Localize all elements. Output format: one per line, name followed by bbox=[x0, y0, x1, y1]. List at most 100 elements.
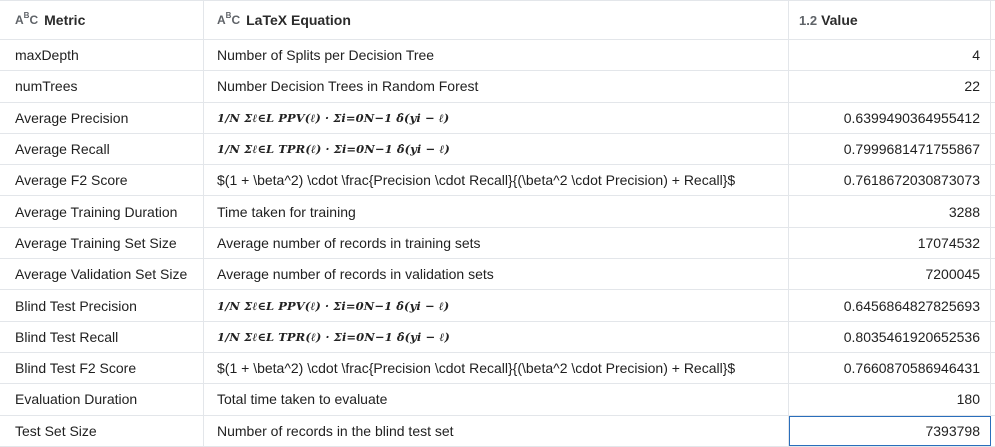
metric-text: Blind Test Recall bbox=[15, 328, 119, 345]
table-row: Blind Test F2 Score $(1 + \beta^2) \cdot… bbox=[0, 352, 995, 385]
metric-cell[interactable]: Average Validation Set Size bbox=[0, 259, 204, 290]
value-cell[interactable]: 22 bbox=[789, 71, 991, 102]
value-text: 7393798 bbox=[925, 422, 980, 439]
table-row: numTrees Number Decision Trees in Random… bbox=[0, 71, 995, 103]
metric-cell[interactable]: Average Training Duration bbox=[0, 196, 204, 227]
table-row: Average F2 Score $(1 + \beta^2) \cdot \f… bbox=[0, 165, 995, 197]
equation-text: $(1 + \beta^2) \cdot \frac{Precision \cd… bbox=[217, 172, 736, 189]
number-type-icon: 1.2 bbox=[799, 12, 818, 28]
equation-text: Total time taken to evaluate bbox=[217, 391, 388, 408]
value-cell[interactable]: 0.7999681471755867 bbox=[789, 133, 991, 165]
metric-cell[interactable]: Average Training Set Size bbox=[0, 227, 204, 259]
metric-cell[interactable]: Blind Test Precision bbox=[0, 290, 204, 321]
value-text: 0.7618672030873073 bbox=[843, 172, 980, 189]
table-row: Average Training Set Size Average number… bbox=[0, 227, 995, 260]
metric-cell[interactable]: Average Precision bbox=[0, 102, 204, 133]
equation-cell[interactable]: Average number of records in training se… bbox=[204, 227, 789, 259]
equation-text: 1/N Σℓ∈L PPV(ℓ) · Σi=0N−1 δ̂(yi − ℓ) bbox=[217, 110, 450, 125]
metric-cell[interactable]: Evaluation Duration bbox=[0, 384, 204, 415]
value-text: 22 bbox=[964, 78, 980, 95]
metric-text: Average Training Set Size bbox=[15, 234, 177, 251]
table-row: Evaluation Duration Total time taken to … bbox=[0, 384, 995, 416]
table-row: maxDepth Number of Splits per Decision T… bbox=[0, 40, 995, 72]
value-cell[interactable]: 0.8035461920652536 bbox=[789, 321, 991, 352]
table-row: Blind Test Precision 1/N Σℓ∈L PPV(ℓ) · Σ… bbox=[0, 290, 995, 322]
equation-text: Time taken for training bbox=[217, 203, 356, 220]
metric-text: Blind Test F2 Score bbox=[15, 360, 137, 377]
value-cell[interactable]: 3288 bbox=[789, 196, 991, 227]
value-cell[interactable]: 4 bbox=[789, 40, 991, 71]
table-row: Average Recall 1/N Σℓ∈L TPR(ℓ) · Σi=0N−1… bbox=[0, 133, 995, 166]
table-row: Average Training Duration Time taken for… bbox=[0, 196, 995, 228]
table-row: Average Validation Set Size Average numb… bbox=[0, 259, 995, 291]
value-text: 0.6456864827825693 bbox=[843, 297, 980, 314]
value-text: 3288 bbox=[948, 203, 980, 220]
equation-cell[interactable]: Number of Splits per Decision Tree bbox=[204, 40, 789, 71]
column-header-label: Metric bbox=[44, 12, 86, 28]
metric-cell[interactable]: Test Set Size bbox=[0, 415, 204, 446]
equation-cell[interactable]: Average number of records in validation … bbox=[204, 259, 789, 290]
value-text: 0.6399490364955412 bbox=[843, 109, 980, 126]
metric-text: Blind Test Precision bbox=[15, 297, 137, 314]
metric-text: Test Set Size bbox=[15, 422, 97, 439]
metric-cell[interactable]: Blind Test F2 Score bbox=[0, 352, 204, 384]
metric-cell[interactable]: numTrees bbox=[0, 71, 204, 102]
equation-text: 1/N Σℓ∈L PPV(ℓ) · Σi=0N−1 δ̂(yi − ℓ) bbox=[217, 298, 450, 313]
equation-cell[interactable]: Total time taken to evaluate bbox=[204, 384, 789, 415]
value-text: 17074532 bbox=[917, 234, 980, 251]
value-cell[interactable]: 0.6399490364955412 bbox=[789, 102, 991, 133]
equation-cell[interactable]: 1/N Σℓ∈L PPV(ℓ) · Σi=0N−1 δ̂(yi − ℓ) bbox=[204, 290, 789, 321]
metric-cell[interactable]: Blind Test Recall bbox=[0, 321, 204, 352]
metric-text: Average F2 Score bbox=[15, 172, 128, 189]
column-header-metric[interactable]: ABC Metric bbox=[0, 1, 204, 39]
value-cell[interactable]: 7200045 bbox=[789, 259, 991, 290]
value-cell[interactable]: 0.7660870586946431 bbox=[789, 352, 991, 384]
table-header: ABC Metric ABC LaTeX Equation 1.2 Value bbox=[0, 0, 995, 40]
equation-text: Average number of records in training se… bbox=[217, 234, 481, 251]
value-text: 7200045 bbox=[925, 266, 980, 283]
equation-cell[interactable]: Number Decision Trees in Random Forest bbox=[204, 71, 789, 102]
column-header-equation[interactable]: ABC LaTeX Equation bbox=[204, 1, 789, 39]
metric-cell[interactable]: Average Recall bbox=[0, 133, 204, 165]
value-text: 180 bbox=[956, 391, 980, 408]
equation-cell[interactable]: Number of records in the blind test set bbox=[204, 415, 789, 446]
metric-text: Evaluation Duration bbox=[15, 391, 138, 408]
equation-text: Number of records in the blind test set bbox=[217, 422, 454, 439]
equation-cell[interactable]: 1/N Σℓ∈L TPR(ℓ) · Σi=0N−1 δ̂(yi − ℓ) bbox=[204, 133, 789, 165]
value-text: 4 bbox=[972, 47, 980, 64]
metric-text: numTrees bbox=[15, 78, 78, 95]
equation-text: Number of Splits per Decision Tree bbox=[217, 47, 435, 64]
metric-text: Average Training Duration bbox=[15, 203, 178, 220]
equation-text: $(1 + \beta^2) \cdot \frac{Precision \cd… bbox=[217, 360, 736, 377]
equation-cell[interactable]: $(1 + \beta^2) \cdot \frac{Precision \cd… bbox=[204, 352, 789, 384]
metric-text: maxDepth bbox=[15, 47, 79, 64]
equation-text: Average number of records in validation … bbox=[217, 266, 494, 283]
equation-cell[interactable]: $(1 + \beta^2) \cdot \frac{Precision \cd… bbox=[204, 165, 789, 196]
text-type-icon: ABC bbox=[15, 11, 39, 27]
equation-cell[interactable]: 1/N Σℓ∈L PPV(ℓ) · Σi=0N−1 δ̂(yi − ℓ) bbox=[204, 102, 789, 133]
metric-cell[interactable]: Average F2 Score bbox=[0, 165, 204, 196]
value-cell[interactable]: 17074532 bbox=[789, 227, 991, 259]
table-row: Test Set Size Number of records in the b… bbox=[0, 415, 995, 447]
value-cell[interactable]: 0.6456864827825693 bbox=[789, 290, 991, 321]
metric-text: Average Recall bbox=[15, 141, 110, 158]
value-cell[interactable]: 180 bbox=[789, 384, 991, 415]
value-text: 0.7999681471755867 bbox=[843, 141, 980, 158]
equation-text: 1/N Σℓ∈L TPR(ℓ) · Σi=0N−1 δ̂(yi − ℓ) bbox=[217, 329, 450, 344]
column-header-label: LaTeX Equation bbox=[246, 12, 351, 28]
text-type-icon: ABC bbox=[217, 11, 241, 27]
column-header-label: Value bbox=[821, 12, 858, 28]
equation-cell[interactable]: Time taken for training bbox=[204, 196, 789, 227]
value-cell[interactable]: 0.7618672030873073 bbox=[789, 165, 991, 196]
metric-text: Average Validation Set Size bbox=[15, 266, 188, 283]
value-cell[interactable]: 7393798 bbox=[789, 415, 991, 446]
column-header-value[interactable]: 1.2 Value bbox=[789, 1, 991, 39]
value-text: 0.7660870586946431 bbox=[843, 360, 980, 377]
equation-text: Number Decision Trees in Random Forest bbox=[217, 78, 479, 95]
value-text: 0.8035461920652536 bbox=[843, 328, 980, 345]
equation-cell[interactable]: 1/N Σℓ∈L TPR(ℓ) · Σi=0N−1 δ̂(yi − ℓ) bbox=[204, 321, 789, 352]
metric-cell[interactable]: maxDepth bbox=[0, 40, 204, 71]
table-row: Blind Test Recall 1/N Σℓ∈L TPR(ℓ) · Σi=0… bbox=[0, 321, 995, 353]
metric-text: Average Precision bbox=[15, 109, 129, 126]
results-table: ABC Metric ABC LaTeX Equation 1.2 Value … bbox=[0, 0, 995, 447]
